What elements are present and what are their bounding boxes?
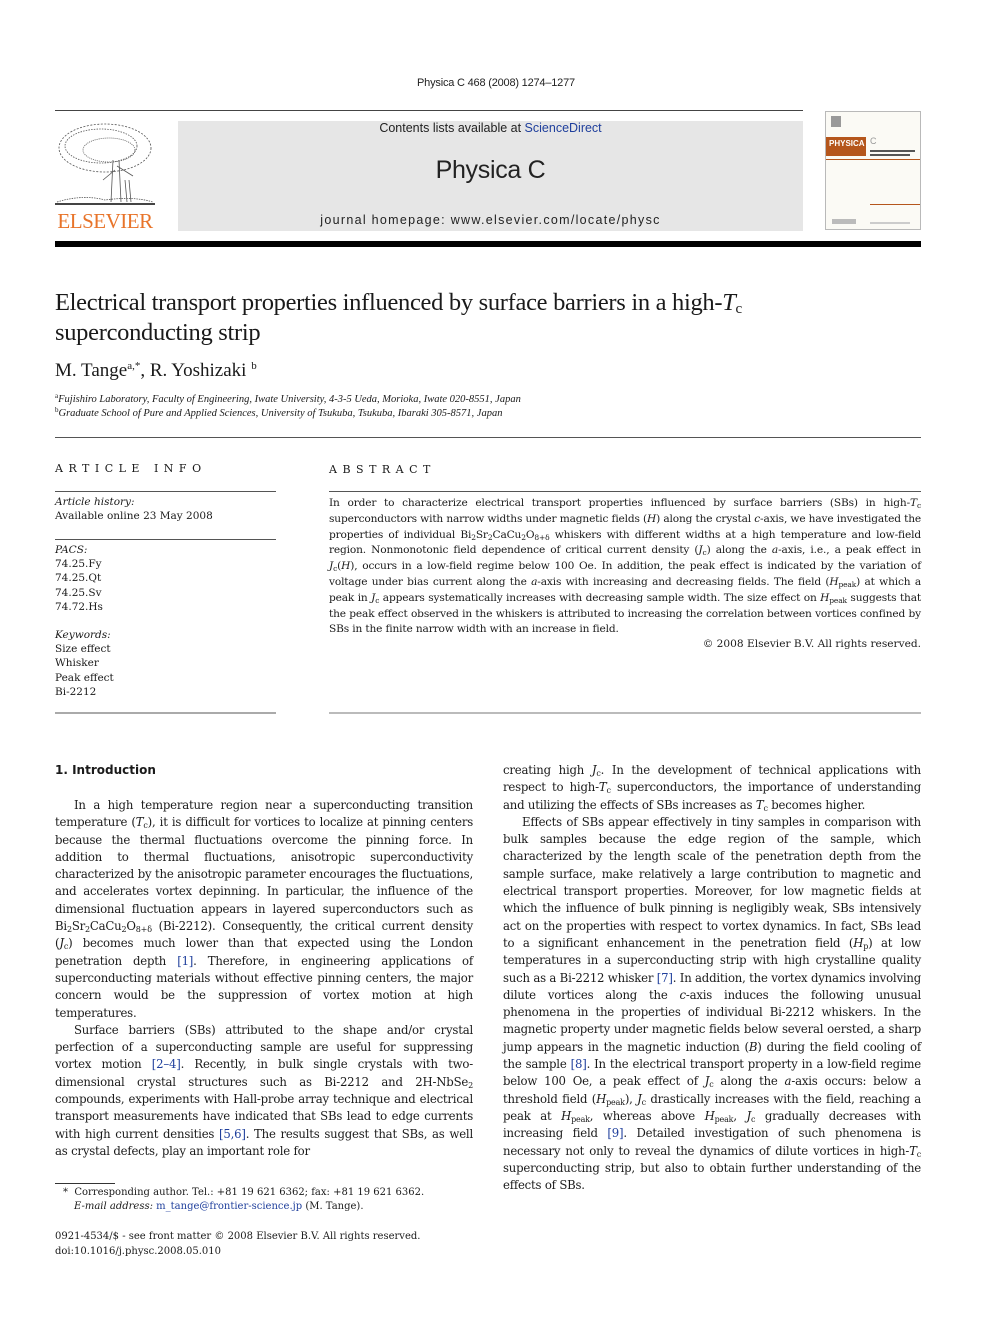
article-title: Electrical transport properties influenc… — [55, 289, 742, 346]
elsevier-wordmark: ELSEVIER — [57, 209, 153, 233]
pacs-code: 74.25.Sv — [55, 586, 102, 599]
email-note: E-mail address: m_tange@frontier-science… — [74, 1201, 364, 1212]
divider — [55, 712, 276, 714]
divider — [329, 491, 921, 492]
cover-rule — [826, 159, 920, 160]
cover-letter: C — [870, 136, 877, 146]
header-rule — [55, 110, 803, 111]
citation-link[interactable]: [1] — [177, 954, 193, 968]
cover-footer — [832, 219, 856, 224]
article-history: Article history: Available online 23 May… — [55, 496, 213, 523]
corresponding-author-note: * Corresponding author. Tel.: +81 19 621… — [63, 1187, 425, 1198]
abstract-text: In order to characterize electrical tran… — [329, 497, 922, 636]
keyword: Whisker — [55, 657, 99, 670]
keyword: Peak effect — [55, 671, 114, 684]
body-column-left: In a high temperature region near a supe… — [55, 797, 473, 1160]
sciencedirect-link[interactable]: ScienceDirect — [525, 121, 602, 135]
cover-rule — [870, 204, 920, 205]
pacs-code: 74.72.Hs — [55, 600, 103, 613]
pacs-code: 74.25.Qt — [55, 572, 102, 585]
journal-cover-thumbnail: PHYSICA C — [825, 111, 921, 230]
citation-link[interactable]: [2–4] — [152, 1057, 181, 1071]
author-name[interactable]: R. Yoshizaki — [150, 360, 247, 381]
author-name[interactable]: M. Tange — [55, 360, 127, 381]
footnote-rule — [55, 1183, 115, 1184]
header-thick-rule — [55, 241, 921, 247]
citation-link[interactable]: [9] — [607, 1126, 623, 1140]
issn-line: 0921-4534/$ - see front matter © 2008 El… — [55, 1231, 421, 1242]
affiliation: aFujishiro Laboratory, Faculty of Engine… — [55, 392, 521, 406]
divider — [55, 437, 921, 438]
body-column-right: creating high Jc. In the development of … — [503, 762, 921, 1194]
cover-label: PHYSICA — [829, 139, 865, 148]
citation-link[interactable]: [5,6] — [219, 1127, 246, 1141]
citation-link[interactable]: [8] — [571, 1057, 587, 1071]
paragraph: Effects of SBs appear effectively in tin… — [503, 814, 922, 1193]
article-info-heading: ARTICLE INFO — [55, 462, 207, 475]
journal-name: Physica C — [435, 156, 546, 184]
divider — [329, 712, 921, 714]
pacs-code: 74.25.Fy — [55, 558, 102, 571]
keyword: Bi-2212 — [55, 685, 97, 698]
cover-footer — [870, 222, 910, 224]
journal-homepage[interactable]: journal homepage: www.elsevier.com/locat… — [178, 213, 803, 227]
citation-link[interactable]: [7] — [657, 971, 673, 985]
divider — [55, 491, 276, 492]
email-link[interactable]: m_tange@frontier-science.jp — [156, 1201, 302, 1212]
abstract-heading: ABSTRACT — [329, 463, 436, 476]
journal-citation: Physica C 468 (2008) 1274–1277 — [417, 77, 575, 89]
pacs-list: PACS: 74.25.Fy 74.25.Qt 74.25.Sv 74.72.H… — [55, 543, 275, 614]
cover-subtitle-line — [870, 150, 915, 152]
author-list: M. Tangea,*, R. Yoshizaki b — [55, 360, 257, 381]
keyword-list: Keywords: Size effect Whisker Peak effec… — [55, 628, 275, 699]
abstract-copyright: © 2008 Elsevier B.V. All rights reserved… — [702, 638, 921, 650]
affiliation: bGraduate School of Pure and Applied Sci… — [55, 406, 503, 420]
paragraph: In a high temperature region near a supe… — [55, 798, 474, 1020]
doi-link[interactable]: doi:10.1016/j.physc.2008.05.010 — [55, 1245, 475, 1260]
paragraph: creating high Jc. In the development of … — [503, 763, 921, 813]
contents-prefix: Contents lists available at — [379, 121, 525, 135]
section-heading-introduction: 1. Introduction — [55, 763, 156, 777]
divider — [55, 539, 276, 540]
cover-subtitle-line — [870, 154, 910, 156]
keyword: Size effect — [55, 643, 111, 656]
contents-line: Contents lists available at ScienceDirec… — [178, 121, 803, 135]
issn-doi-block: 0921-4534/$ - see front matter © 2008 El… — [55, 1230, 475, 1259]
cover-band: PHYSICA — [826, 137, 866, 156]
paragraph: Surface barriers (SBs) attributed to the… — [55, 1022, 473, 1158]
cover-logo-icon — [831, 116, 841, 127]
